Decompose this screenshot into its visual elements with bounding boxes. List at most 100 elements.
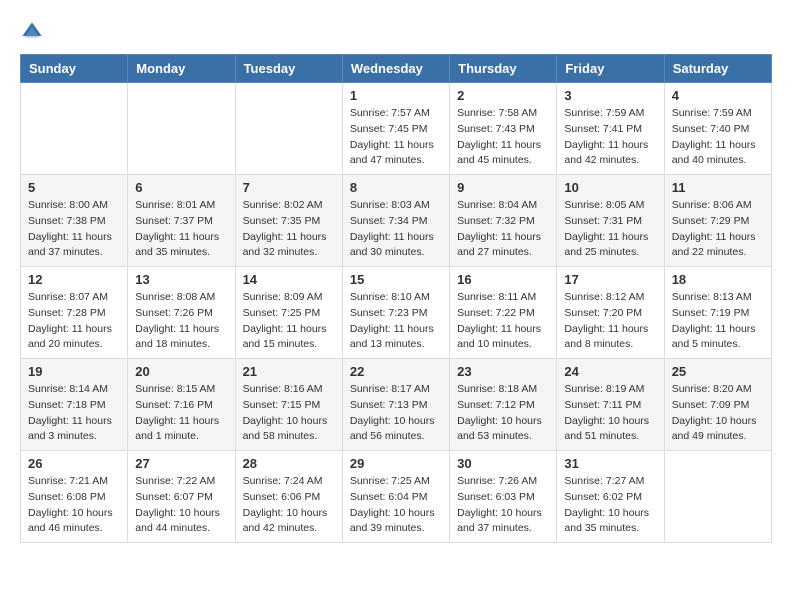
header-day-tuesday: Tuesday — [235, 55, 342, 83]
day-number: 1 — [350, 88, 442, 103]
header-day-friday: Friday — [557, 55, 664, 83]
calendar-cell: 11 Sunrise: 8:06 AM Sunset: 7:29 PM Dayli… — [664, 175, 771, 267]
day-number: 28 — [243, 456, 335, 471]
calendar-cell: 7Sunrise: 8:02 AM Sunset: 7:35 PM Daylig… — [235, 175, 342, 267]
day-info: Sunrise: 7:26 AM Sunset: 6:03 PM Dayligh… — [457, 474, 549, 537]
day-info: Sunrise: 7:21 AM Sunset: 6:08 PM Dayligh… — [28, 474, 120, 537]
day-number: 24 — [564, 364, 656, 379]
day-number: 30 — [457, 456, 549, 471]
calendar-week-3: 12 Sunrise: 8:07 AM Sunset: 7:28 PM Dayli… — [21, 267, 772, 359]
logo-icon — [20, 20, 44, 44]
day-info: Sunrise: 7:59 AM Sunset: 7:41 PM Dayligh… — [564, 106, 656, 169]
day-info: Sunrise: 8:17 AM Sunset: 7:13 PM Dayligh… — [350, 382, 442, 445]
calendar-cell: 25Sunrise: 8:20 AM Sunset: 7:09 PM Dayli… — [664, 359, 771, 451]
day-info: Sunrise: 8:10 AM Sunset: 7:23 PM Dayligh… — [350, 290, 442, 353]
header-day-monday: Monday — [128, 55, 235, 83]
day-info: Sunrise: 8:06 AM Sunset: 7:29 PM Dayligh… — [672, 198, 764, 261]
calendar-cell: 30 Sunrise: 7:26 AM Sunset: 6:03 PM Dayli… — [450, 451, 557, 543]
day-number: 19 — [28, 364, 120, 379]
calendar-cell: 19 Sunrise: 8:14 AM Sunset: 7:18 PM Dayli… — [21, 359, 128, 451]
day-number: 31 — [564, 456, 656, 471]
calendar-cell: 5Sunrise: 8:00 AM Sunset: 7:38 PM Daylig… — [21, 175, 128, 267]
calendar-cell: 15 Sunrise: 8:10 AM Sunset: 7:23 PM Dayli… — [342, 267, 449, 359]
calendar-cell: 22 Sunrise: 8:17 AM Sunset: 7:13 PM Dayli… — [342, 359, 449, 451]
calendar-cell: 4 Sunrise: 7:59 AM Sunset: 7:40 PM Daylig… — [664, 83, 771, 175]
calendar-cell: 28 Sunrise: 7:24 AM Sunset: 6:06 PM Dayli… — [235, 451, 342, 543]
calendar-cell: 10 Sunrise: 8:05 AM Sunset: 7:31 PM Dayli… — [557, 175, 664, 267]
calendar-week-1: 1 Sunrise: 7:57 AM Sunset: 7:45 PM Daylig… — [21, 83, 772, 175]
day-info: Sunrise: 8:01 AM Sunset: 7:37 PM Dayligh… — [135, 198, 227, 261]
day-number: 22 — [350, 364, 442, 379]
header-day-wednesday: Wednesday — [342, 55, 449, 83]
day-number: 15 — [350, 272, 442, 287]
day-number: 10 — [564, 180, 656, 195]
calendar-cell: 20 Sunrise: 8:15 AM Sunset: 7:16 PM Dayli… — [128, 359, 235, 451]
header-day-sunday: Sunday — [21, 55, 128, 83]
logo — [20, 20, 48, 44]
day-number: 20 — [135, 364, 227, 379]
calendar-table: SundayMondayTuesdayWednesdayThursdayFrid… — [20, 54, 772, 543]
day-info: Sunrise: 8:18 AM Sunset: 7:12 PM Dayligh… — [457, 382, 549, 445]
day-info: Sunrise: 8:05 AM Sunset: 7:31 PM Dayligh… — [564, 198, 656, 261]
calendar-cell: 8Sunrise: 8:03 AM Sunset: 7:34 PM Daylig… — [342, 175, 449, 267]
day-number: 27 — [135, 456, 227, 471]
day-number: 8 — [350, 180, 442, 195]
day-info: Sunrise: 8:09 AM Sunset: 7:25 PM Dayligh… — [243, 290, 335, 353]
header-day-thursday: Thursday — [450, 55, 557, 83]
calendar-cell: 23 Sunrise: 8:18 AM Sunset: 7:12 PM Dayli… — [450, 359, 557, 451]
calendar-cell: 27 Sunrise: 7:22 AM Sunset: 6:07 PM Dayli… — [128, 451, 235, 543]
day-number: 12 — [28, 272, 120, 287]
calendar-cell: 18 Sunrise: 8:13 AM Sunset: 7:19 PM Dayli… — [664, 267, 771, 359]
day-number: 26 — [28, 456, 120, 471]
day-info: Sunrise: 7:59 AM Sunset: 7:40 PM Dayligh… — [672, 106, 764, 169]
day-info: Sunrise: 7:27 AM Sunset: 6:02 PM Dayligh… — [564, 474, 656, 537]
calendar-cell: 21 Sunrise: 8:16 AM Sunset: 7:15 PM Dayli… — [235, 359, 342, 451]
header-day-saturday: Saturday — [664, 55, 771, 83]
calendar-cell: 3 Sunrise: 7:59 AM Sunset: 7:41 PM Daylig… — [557, 83, 664, 175]
calendar-cell: 1 Sunrise: 7:57 AM Sunset: 7:45 PM Daylig… — [342, 83, 449, 175]
day-info: Sunrise: 8:16 AM Sunset: 7:15 PM Dayligh… — [243, 382, 335, 445]
day-info: Sunrise: 8:14 AM Sunset: 7:18 PM Dayligh… — [28, 382, 120, 445]
calendar-cell — [235, 83, 342, 175]
calendar-cell: 13 Sunrise: 8:08 AM Sunset: 7:26 PM Dayli… — [128, 267, 235, 359]
day-info: Sunrise: 8:11 AM Sunset: 7:22 PM Dayligh… — [457, 290, 549, 353]
day-number: 9 — [457, 180, 549, 195]
day-number: 13 — [135, 272, 227, 287]
day-number: 25 — [672, 364, 764, 379]
calendar-week-5: 26 Sunrise: 7:21 AM Sunset: 6:08 PM Dayli… — [21, 451, 772, 543]
day-number: 29 — [350, 456, 442, 471]
calendar-cell: 12 Sunrise: 8:07 AM Sunset: 7:28 PM Dayli… — [21, 267, 128, 359]
day-info: Sunrise: 8:07 AM Sunset: 7:28 PM Dayligh… — [28, 290, 120, 353]
calendar-cell: 26 Sunrise: 7:21 AM Sunset: 6:08 PM Dayli… — [21, 451, 128, 543]
calendar-cell: 9Sunrise: 8:04 AM Sunset: 7:32 PM Daylig… — [450, 175, 557, 267]
calendar-cell: 17 Sunrise: 8:12 AM Sunset: 7:20 PM Dayli… — [557, 267, 664, 359]
day-info: Sunrise: 7:25 AM Sunset: 6:04 PM Dayligh… — [350, 474, 442, 537]
day-info: Sunrise: 7:58 AM Sunset: 7:43 PM Dayligh… — [457, 106, 549, 169]
day-info: Sunrise: 7:24 AM Sunset: 6:06 PM Dayligh… — [243, 474, 335, 537]
day-info: Sunrise: 8:02 AM Sunset: 7:35 PM Dayligh… — [243, 198, 335, 261]
day-info: Sunrise: 7:57 AM Sunset: 7:45 PM Dayligh… — [350, 106, 442, 169]
day-number: 17 — [564, 272, 656, 287]
day-info: Sunrise: 8:13 AM Sunset: 7:19 PM Dayligh… — [672, 290, 764, 353]
day-number: 14 — [243, 272, 335, 287]
calendar-week-4: 19 Sunrise: 8:14 AM Sunset: 7:18 PM Dayli… — [21, 359, 772, 451]
day-info: Sunrise: 8:08 AM Sunset: 7:26 PM Dayligh… — [135, 290, 227, 353]
calendar-cell: 16 Sunrise: 8:11 AM Sunset: 7:22 PM Dayli… — [450, 267, 557, 359]
calendar-cell: 29 Sunrise: 7:25 AM Sunset: 6:04 PM Dayli… — [342, 451, 449, 543]
day-number: 16 — [457, 272, 549, 287]
calendar-cell: 24Sunrise: 8:19 AM Sunset: 7:11 PM Dayli… — [557, 359, 664, 451]
day-info: Sunrise: 7:22 AM Sunset: 6:07 PM Dayligh… — [135, 474, 227, 537]
calendar-cell: 2 Sunrise: 7:58 AM Sunset: 7:43 PM Daylig… — [450, 83, 557, 175]
day-number: 21 — [243, 364, 335, 379]
day-info: Sunrise: 8:15 AM Sunset: 7:16 PM Dayligh… — [135, 382, 227, 445]
calendar-cell: 6Sunrise: 8:01 AM Sunset: 7:37 PM Daylig… — [128, 175, 235, 267]
calendar-header-row: SundayMondayTuesdayWednesdayThursdayFrid… — [21, 55, 772, 83]
day-number: 18 — [672, 272, 764, 287]
calendar-cell — [128, 83, 235, 175]
day-number: 3 — [564, 88, 656, 103]
day-number: 2 — [457, 88, 549, 103]
day-number: 4 — [672, 88, 764, 103]
day-info: Sunrise: 8:12 AM Sunset: 7:20 PM Dayligh… — [564, 290, 656, 353]
day-number: 11 — [672, 180, 764, 195]
day-number: 23 — [457, 364, 549, 379]
